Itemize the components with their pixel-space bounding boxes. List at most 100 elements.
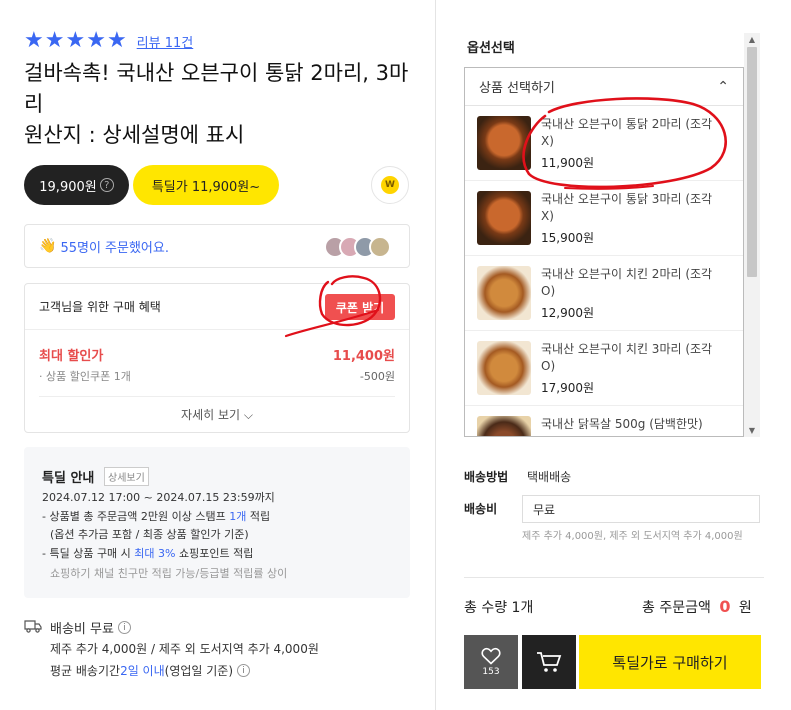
shipping-free-text: 배송비 무료: [50, 622, 114, 637]
scroll-down-icon[interactable]: ▼: [744, 426, 760, 435]
product-thumbnail: [477, 266, 531, 320]
cart-button[interactable]: [522, 635, 576, 689]
option-name: 국내산 오븐구이 통닭 3마리 (조각X): [541, 192, 713, 223]
chevron-up-icon: ⌃: [717, 78, 729, 95]
price-pill[interactable]: 19,900원 ?: [24, 165, 129, 205]
star-icon: ★: [24, 28, 44, 53]
orders-text: 55명이 주문했어요.: [60, 240, 169, 256]
cart-icon: [537, 652, 562, 672]
option-price: 11,900원: [541, 156, 595, 170]
deal-text: - 상품별 총 주문금액 2만원 이상 스탬프: [42, 510, 230, 523]
option-dropdown-header[interactable]: 상품 선택하기 ⌃: [465, 68, 743, 106]
total-amount-label: 총 주문금액: [642, 600, 711, 616]
deal-text: 적립: [246, 510, 271, 523]
detail-tag-button[interactable]: 상세보기: [104, 467, 149, 486]
deal-line: - 상품별 총 주문금액 2만원 이상 스탬프 1개 적립: [42, 508, 270, 524]
option-name: 국내산 오븐구이 치킨 2마리 (조각O): [541, 267, 713, 298]
option-item[interactable]: 국내산 닭목살 500g (담백한맛): [465, 406, 743, 436]
avg-text: (영업일 기준): [164, 664, 234, 678]
truck-icon: [24, 619, 42, 637]
w-badge-button[interactable]: W: [371, 166, 409, 204]
wishlist-button[interactable]: 153: [464, 635, 518, 689]
total-quantity: 총 수량 1개: [464, 600, 534, 616]
divider: [464, 577, 764, 578]
option-section-label: 옵션선택: [467, 41, 515, 56]
scroll-thumb[interactable]: [747, 47, 757, 277]
deal-text: - 특딜 상품 구매 시: [42, 547, 135, 560]
option-name: 국내산 오븐구이 치킨 3마리 (조각O): [541, 342, 713, 373]
deal-line: - 특딜 상품 구매 시 최대 3% 쇼핑포인트 적립: [42, 545, 253, 561]
option-item[interactable]: 국내산 오븐구이 통닭 2마리 (조각X) 11,900원: [465, 106, 743, 181]
deal-line: (옵션 추가금 포함 / 최종 상품 할인가 기준): [50, 528, 249, 541]
option-scrollbar[interactable]: ▲ ▼: [744, 33, 760, 437]
option-item[interactable]: 국내산 오븐구이 치킨 3마리 (조각O) 17,900원: [465, 331, 743, 406]
price-value: 19,900원: [39, 179, 97, 195]
option-price: 15,900원: [541, 231, 595, 245]
option-price: 12,900원: [541, 306, 595, 320]
coupon-button[interactable]: 쿠폰 받기: [325, 294, 395, 320]
buy-button[interactable]: 톡딜가로 구매하기: [579, 635, 761, 689]
info-icon[interactable]: i: [117, 621, 131, 634]
option-name: 국내산 오븐구이 통닭 2마리 (조각X): [541, 117, 713, 148]
divider: [39, 396, 395, 397]
avatar: [369, 236, 391, 258]
coupon-label-text: 상품 할인쿠폰 1개: [46, 370, 131, 383]
option-price: 17,900원: [541, 381, 595, 395]
dropdown-label: 상품 선택하기: [479, 81, 555, 96]
deal-title: 특딜 안내: [42, 471, 95, 486]
ship-method-label: 배송방법: [464, 470, 509, 484]
benefit-title: 고객님을 위한 구매 혜택: [39, 300, 161, 314]
divider: [25, 329, 409, 330]
order-panel: 옵션선택 상품 선택하기 ⌃ 국내산 오븐구이 통닭 2마리 (조각X) 11,…: [437, 0, 791, 710]
product-thumbnail: [477, 416, 531, 436]
scroll-up-icon[interactable]: ▲: [744, 35, 760, 44]
shipping-free-row: 배송비 무료 i: [24, 618, 131, 637]
info-icon[interactable]: i: [237, 664, 251, 677]
ship-fee-label: 배송비: [464, 502, 498, 516]
review-link[interactable]: 리뷰 11건: [137, 32, 194, 51]
option-item[interactable]: 국내산 오븐구이 통닭 3마리 (조각X) 15,900원: [465, 181, 743, 256]
buyer-avatars: [324, 236, 391, 258]
w-coin-icon: W: [381, 176, 399, 194]
option-name: 국내산 닭목살 500g (담백한맛): [541, 417, 703, 431]
star-icon: ★: [65, 28, 86, 53]
product-info-panel: ★ ★ ★ ★ ★ 리뷰 11건 걸바속촉! 국내산 오븐구이 통닭 2마리, …: [0, 0, 436, 710]
star-icon: ★: [44, 28, 65, 53]
product-title: 걸바속촉! 국내산 오븐구이 통닭 2마리, 3마리 원산지 : 상세설명에 표…: [24, 61, 409, 147]
hand-wave-icon: 👋: [39, 238, 57, 254]
orders-box: 👋 55명이 주문했어요.: [24, 224, 410, 268]
deal-highlight: 최대 3%: [134, 547, 176, 560]
deal-note: 쇼핑하기 채널 친구만 적립 가능/등급별 적립률 상이: [50, 567, 288, 580]
help-icon[interactable]: ?: [99, 178, 114, 192]
total-amount-unit: 원: [738, 600, 752, 616]
ship-method-value: 택배배송: [527, 470, 572, 484]
ship-fee-note: 제주 추가 4,000원, 제주 외 도서지역 추가 4,000원: [522, 531, 743, 542]
deal-info-box: 특딜 안내 상세보기 2024.07.12 17:00 ~ 2024.07.15…: [24, 447, 410, 598]
rating-stars: ★ ★ ★ ★ ★ 리뷰 11건: [24, 30, 193, 52]
total-amount-row: 총 주문금액 0 원: [642, 597, 752, 617]
heart-icon: [481, 647, 501, 665]
option-item[interactable]: 국내산 오븐구이 치킨 2마리 (조각O) 12,900원: [465, 256, 743, 331]
deal-highlight: 1개: [229, 510, 247, 523]
star-icon: ★: [106, 28, 127, 53]
wishlist-count: 153: [482, 667, 500, 677]
max-discount-value: 11,400원: [332, 349, 395, 364]
product-thumbnail: [477, 341, 531, 395]
deal-date: 2024.07.12 17:00 ~ 2024.07.15 23:59까지: [42, 491, 275, 504]
option-dropdown[interactable]: 상품 선택하기 ⌃ 국내산 오븐구이 통닭 2마리 (조각X) 11,900원 …: [464, 67, 744, 437]
total-amount-value: 0: [719, 597, 731, 616]
coupon-value: -500원: [359, 370, 395, 383]
benefit-box: 고객님을 위한 구매 혜택 쿠폰 받기 최대 할인가 11,400원 · 상품 …: [24, 283, 410, 433]
star-icon: ★: [86, 28, 106, 53]
max-discount-label: 최대 할인가: [39, 349, 104, 364]
ship-fee-field: 무료: [522, 495, 760, 523]
deal-text: 쇼핑포인트 적립: [175, 547, 254, 560]
deal-price-pill[interactable]: 특딜가 11,900원~: [133, 165, 279, 205]
avg-text: 평균 배송기간: [50, 664, 121, 678]
product-thumbnail: [477, 116, 531, 170]
detail-link[interactable]: 자세히 보기 ⌵: [25, 406, 409, 423]
product-thumbnail: [477, 191, 531, 245]
shipping-extra-text: 제주 추가 4,000원 / 제주 외 도서지역 추가 4,000원: [50, 642, 319, 656]
shipping-avg-row: 평균 배송기간 2일 이내 (영업일 기준) i: [50, 662, 251, 679]
coupon-label: · 상품 할인쿠폰 1개: [39, 370, 131, 383]
